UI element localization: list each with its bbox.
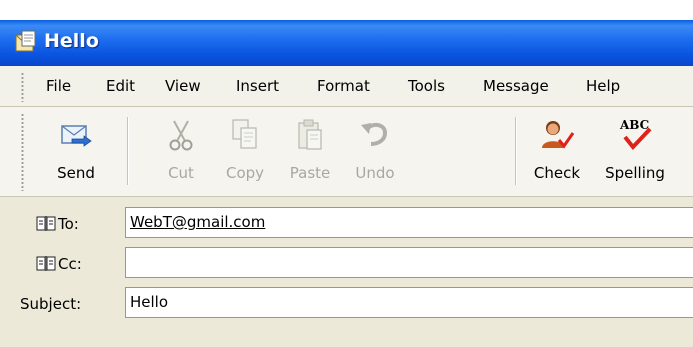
copy-button[interactable]: Copy — [210, 113, 280, 191]
undo-icon — [361, 122, 388, 146]
new-message-icon — [15, 30, 36, 52]
spelling-icon: ABC — [619, 118, 652, 151]
copy-icon — [232, 119, 257, 149]
compose-window: Hello File Edit View Insert Format Tools… — [0, 20, 693, 347]
toolbar: Send Cut Copy Paste Undo Check ABC Spell… — [0, 107, 693, 197]
undo-label: Undo — [355, 164, 395, 182]
subject-label: Subject: — [20, 295, 82, 313]
spelling-button[interactable]: ABC Spelling — [600, 113, 670, 191]
menu-file[interactable]: File — [46, 77, 71, 95]
menu-tools[interactable]: Tools — [408, 77, 445, 95]
menu-edit[interactable]: Edit — [106, 77, 135, 95]
spelling-label: Spelling — [605, 164, 665, 182]
toolbar-grip[interactable] — [21, 113, 24, 191]
subject-value[interactable]: Hello — [130, 293, 168, 311]
subject-field[interactable]: Hello — [125, 287, 693, 318]
address-book-icon[interactable] — [36, 255, 56, 273]
address-book-icon[interactable] — [36, 215, 56, 233]
cc-field[interactable] — [125, 247, 693, 278]
menu-grip[interactable] — [21, 72, 24, 102]
check-names-button[interactable]: Check — [522, 113, 592, 191]
send-icon — [61, 125, 92, 147]
message-header: To: WebT@gmail.com Cc: Subject: Hello — [0, 197, 693, 347]
paste-label: Paste — [289, 164, 331, 182]
paste-icon — [298, 119, 322, 150]
cut-button[interactable]: Cut — [146, 113, 216, 191]
menu-help[interactable]: Help — [586, 77, 620, 95]
undo-button[interactable]: Undo — [340, 113, 410, 191]
check-label: Check — [533, 164, 581, 182]
menu-insert[interactable]: Insert — [236, 77, 279, 95]
window-title: Hello — [44, 30, 99, 52]
menu-bar: File Edit View Insert Format Tools Messa… — [0, 66, 693, 107]
toolbar-separator — [127, 117, 129, 185]
menu-format[interactable]: Format — [317, 77, 370, 95]
copy-label: Copy — [225, 164, 265, 182]
menu-message[interactable]: Message — [483, 77, 549, 95]
send-button[interactable]: Send — [41, 113, 111, 191]
title-bar[interactable]: Hello — [0, 20, 693, 66]
paste-button[interactable]: Paste — [275, 113, 345, 191]
to-label[interactable]: To: — [58, 215, 79, 233]
send-label: Send — [57, 164, 95, 182]
cut-label: Cut — [168, 164, 194, 182]
menu-view[interactable]: View — [165, 77, 201, 95]
svg-text:ABC: ABC — [619, 118, 649, 132]
to-recipient[interactable]: WebT@gmail.com — [130, 213, 265, 231]
to-field[interactable]: WebT@gmail.com — [125, 207, 693, 238]
toolbar-separator — [515, 117, 517, 185]
scissors-icon — [169, 120, 193, 151]
cc-label[interactable]: Cc: — [58, 255, 82, 273]
check-names-icon — [542, 121, 575, 149]
